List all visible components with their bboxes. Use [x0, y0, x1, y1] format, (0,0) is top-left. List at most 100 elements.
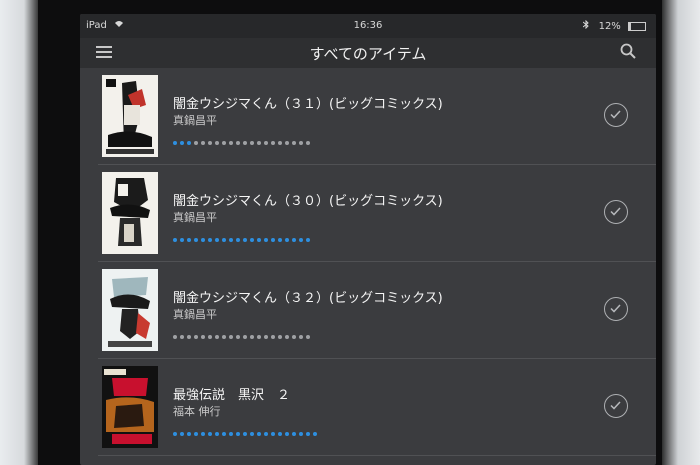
reading-progress [173, 130, 313, 145]
progress-dot [194, 335, 198, 339]
progress-dot [187, 432, 191, 436]
book-cover-image [102, 269, 158, 351]
status-right: 12% [583, 19, 646, 32]
progress-dot [201, 141, 205, 145]
progress-dot [236, 238, 240, 242]
list-item[interactable]: 闇金ウシジマくん（３０）(ビッグコミックス) 真鍋昌平 [98, 165, 656, 262]
reading-progress [173, 227, 313, 242]
progress-dot [292, 335, 296, 339]
item-author: 真鍋昌平 [173, 114, 217, 127]
progress-dot [243, 335, 247, 339]
progress-dot [306, 432, 310, 436]
progress-dot [257, 141, 261, 145]
background-desk-right [660, 0, 700, 465]
progress-dot [271, 432, 275, 436]
progress-dot [236, 432, 240, 436]
progress-dot [243, 432, 247, 436]
progress-dot [236, 141, 240, 145]
progress-dot [180, 335, 184, 339]
progress-dot [257, 335, 261, 339]
progress-dot [173, 141, 177, 145]
progress-dot [215, 141, 219, 145]
list-item[interactable]: 闇金ウシジマくん（３１）(ビッグコミックス) 真鍋昌平 [98, 68, 656, 165]
progress-dot [299, 141, 303, 145]
progress-dot [278, 432, 282, 436]
progress-dot [306, 335, 310, 339]
battery-icon [628, 21, 646, 31]
progress-dot [299, 238, 303, 242]
progress-dot [187, 335, 191, 339]
search-icon[interactable] [620, 43, 638, 61]
progress-dot [278, 335, 282, 339]
progress-dot [215, 335, 219, 339]
progress-dot [201, 238, 205, 242]
progress-dot [222, 432, 226, 436]
progress-dot [292, 238, 296, 242]
item-title: 闇金ウシジマくん（３０）(ビッグコミックス) [173, 194, 443, 209]
progress-dot [257, 238, 261, 242]
progress-dot [250, 238, 254, 242]
progress-dot [250, 432, 254, 436]
bluetooth-icon [583, 19, 592, 32]
progress-dot [194, 238, 198, 242]
progress-dot [257, 432, 261, 436]
progress-dot [313, 432, 317, 436]
progress-dot [229, 141, 233, 145]
progress-dot [278, 238, 282, 242]
progress-dot [180, 432, 184, 436]
downloaded-check-icon[interactable] [604, 103, 628, 127]
progress-dot [229, 238, 233, 242]
reading-progress [173, 324, 313, 339]
progress-dot [243, 238, 247, 242]
progress-dot [173, 335, 177, 339]
downloaded-check-icon[interactable] [604, 394, 628, 418]
status-time: 16:36 [353, 20, 383, 31]
progress-dot [264, 432, 268, 436]
book-cover-image [102, 366, 158, 448]
progress-dot [201, 432, 205, 436]
progress-dot [208, 141, 212, 145]
downloaded-check-icon[interactable] [604, 200, 628, 224]
progress-dot [306, 141, 310, 145]
progress-dot [285, 432, 289, 436]
progress-dot [264, 238, 268, 242]
list-item[interactable]: 最強伝説 黒沢 ２ 福本 伸行 [98, 359, 656, 456]
progress-dot [250, 335, 254, 339]
progress-dot [299, 432, 303, 436]
downloaded-check-icon[interactable] [604, 297, 628, 321]
progress-dot [271, 141, 275, 145]
progress-dot [180, 238, 184, 242]
screen: iPad 16:36 12% すべてのアイテム 闇金ウシジマくん（３１）(ビッグ… [80, 14, 656, 465]
battery-percent: 12% [598, 21, 621, 32]
page-title: すべてのアイテム [309, 45, 427, 63]
progress-dot [194, 432, 198, 436]
progress-dot [187, 238, 191, 242]
progress-dot [264, 141, 268, 145]
progress-dot [285, 335, 289, 339]
progress-dot [208, 238, 212, 242]
nav-bar: すべてのアイテム [80, 38, 656, 68]
item-title: 最強伝説 黒沢 ２ [173, 388, 291, 403]
item-author: 真鍋昌平 [173, 211, 217, 224]
progress-dot [264, 335, 268, 339]
progress-dot [278, 141, 282, 145]
progress-dot [292, 432, 296, 436]
progress-dot [271, 238, 275, 242]
reading-progress [173, 421, 320, 436]
progress-dot [215, 238, 219, 242]
item-title: 闇金ウシジマくん（３２）(ビッグコミックス) [173, 291, 443, 306]
progress-dot [243, 141, 247, 145]
list-item[interactable]: 闇金ウシジマくん（３２）(ビッグコミックス) 真鍋昌平 [98, 262, 656, 359]
status-bar: iPad 16:36 12% [80, 14, 656, 38]
progress-dot [292, 141, 296, 145]
progress-dot [222, 238, 226, 242]
progress-dot [222, 141, 226, 145]
progress-dot [229, 432, 233, 436]
progress-dot [285, 141, 289, 145]
progress-dot [285, 238, 289, 242]
progress-dot [208, 432, 212, 436]
item-list: 闇金ウシジマくん（３１）(ビッグコミックス) 真鍋昌平 闇金ウシジマくん（３０）… [80, 68, 656, 456]
progress-dot [173, 432, 177, 436]
progress-dot [271, 335, 275, 339]
progress-dot [306, 238, 310, 242]
